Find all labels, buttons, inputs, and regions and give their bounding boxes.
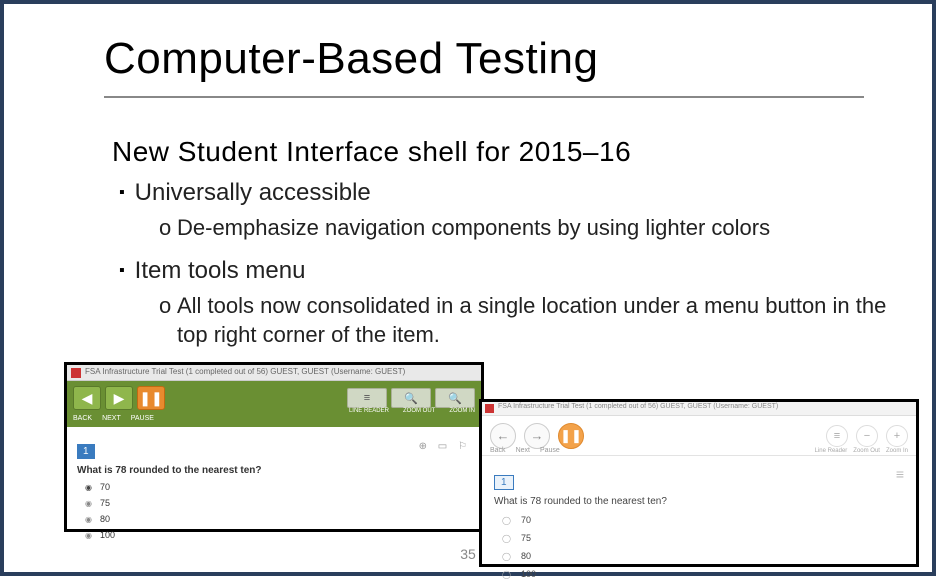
slide: Computer-Based Testing New Student Inter… (0, 0, 936, 576)
pause-button[interactable]: ❚❚ (558, 423, 584, 449)
question-number: 1 (494, 475, 514, 490)
screenshot-old-ui: FSA Infrastructure Trial Test (1 complet… (64, 362, 484, 532)
bullet-marker: o (159, 291, 177, 321)
zoom-in-button[interactable]: 🔍 (435, 388, 475, 408)
old-toolbar: ◀ ▶ ❚❚ ≡ 🔍 🔍 LINE READER ZOOM OUT ZOOM I… (67, 381, 481, 415)
next-label: Next (516, 447, 530, 454)
bullet-1: Universally accessible (119, 179, 909, 207)
slide-subtitle: New Student Interface shell for 2015–16 (112, 136, 631, 168)
pause-label: PAUSE (131, 415, 154, 422)
bullet-2: Item tools menu (119, 257, 909, 285)
bullet-1-sub: oDe-emphasize navigation components by u… (159, 213, 909, 243)
option-d[interactable]: 100 (85, 530, 471, 540)
zoom-out-label: ZOOM OUT (403, 408, 435, 414)
line-reader-button[interactable]: ≡ (826, 425, 848, 447)
pause-button[interactable]: ❚❚ (137, 386, 165, 410)
new-header-text: FSA Infrastructure Trial Test (1 complet… (498, 403, 778, 410)
question-number: 1 (77, 444, 95, 459)
bullet-2-sub: oAll tools now consolidated in a single … (159, 291, 909, 350)
new-window-header: FSA Infrastructure Trial Test (1 complet… (482, 402, 916, 416)
zoom-out-label: Zoom Out (853, 448, 880, 454)
next-label: NEXT (102, 415, 121, 422)
option-c[interactable]: 80 (85, 514, 471, 524)
bullet-marker: o (159, 213, 177, 243)
option-d[interactable]: 100 (502, 569, 904, 579)
back-button[interactable]: ← (490, 423, 516, 449)
item-tool-icons: ⊕ ▭ ⚐ (419, 441, 471, 452)
option-a[interactable]: 70 (502, 515, 904, 525)
zoom-out-button[interactable]: − (856, 425, 878, 447)
page-number: 35 (4, 546, 932, 562)
bullet-list: Universally accessible oDe-emphasize nav… (119, 179, 909, 364)
option-b[interactable]: 75 (502, 533, 904, 543)
old-window-header: FSA Infrastructure Trial Test (1 complet… (67, 365, 481, 381)
close-icon (71, 368, 81, 378)
line-reader-label: LINE READER (349, 408, 389, 414)
option-a[interactable]: 70 (85, 482, 471, 492)
next-button[interactable]: → (524, 423, 550, 449)
title-divider (104, 96, 864, 98)
new-toolbar: ← → ❚❚ Back Next Pause ≡ − + Line Reader… (482, 416, 916, 456)
screenshot-new-ui: FSA Infrastructure Trial Test (1 complet… (479, 399, 919, 567)
zoom-in-label: Zoom In (886, 448, 908, 454)
option-b[interactable]: 75 (85, 498, 471, 508)
close-icon (485, 404, 494, 413)
slide-title: Computer-Based Testing (104, 34, 598, 84)
zoom-in-button[interactable]: + (886, 425, 908, 447)
line-reader-label: Line Reader (815, 448, 848, 454)
question-text: What is 78 rounded to the nearest ten? (77, 465, 471, 476)
old-header-text: FSA Infrastructure Trial Test (1 complet… (85, 367, 405, 376)
next-button[interactable]: ▶ (105, 386, 133, 410)
back-label: BACK (73, 415, 92, 422)
old-question-area: 1 ⊕ ▭ ⚐ What is 78 rounded to the neares… (67, 427, 481, 540)
back-label: Back (490, 447, 506, 454)
zoom-out-button[interactable]: 🔍 (391, 388, 431, 408)
question-text: What is 78 rounded to the nearest ten? (494, 496, 904, 507)
pause-label: Pause (540, 447, 560, 454)
zoom-in-label: ZOOM IN (449, 408, 475, 414)
item-menu-icon[interactable]: ≡ (896, 466, 904, 482)
line-reader-button[interactable]: ≡ (347, 388, 387, 408)
back-button[interactable]: ◀ (73, 386, 101, 410)
